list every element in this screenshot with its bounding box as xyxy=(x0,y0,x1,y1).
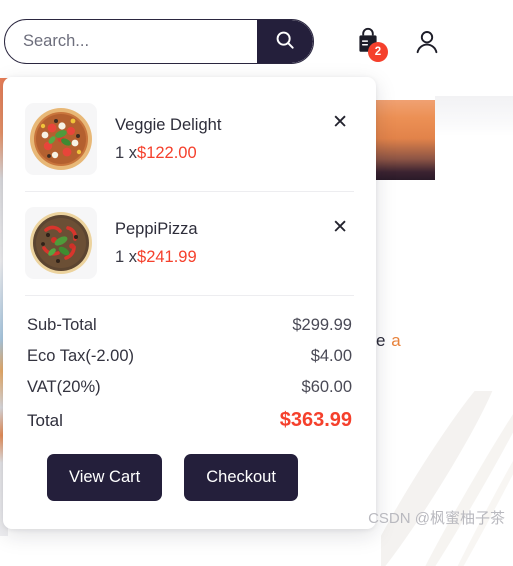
cart-item-details: PeppiPizza 1 x$241.99 xyxy=(115,220,354,267)
subtotal-value: $299.99 xyxy=(292,316,352,334)
close-icon: ✕ xyxy=(332,217,348,238)
remove-item-button[interactable]: ✕ xyxy=(328,111,352,134)
cart-item-price: $241.99 xyxy=(137,247,197,266)
cart-item-quantity: 1 x xyxy=(115,143,138,162)
checkout-button[interactable]: Checkout xyxy=(184,454,298,501)
cart-item-quantity: 1 x xyxy=(115,247,138,266)
cart-item-quantity-price: 1 x$122.00 xyxy=(115,144,354,163)
vat-label: VAT(20%) xyxy=(27,378,101,396)
cart-item-details: Veggie Delight 1 x$122.00 xyxy=(115,116,354,163)
close-icon: ✕ xyxy=(332,112,348,133)
watermark: CSDN @枫蜜柚子茶 xyxy=(368,510,505,527)
eco-tax-label: Eco Tax(-2.00) xyxy=(27,347,134,365)
cart-button[interactable]: 2 xyxy=(348,22,388,62)
cart-item-quantity-price: 1 x$241.99 xyxy=(115,248,354,267)
eco-tax-row: Eco Tax(-2.00) $4.00 xyxy=(25,341,354,372)
cart-badge-count: 2 xyxy=(368,42,388,62)
vat-value: $60.00 xyxy=(301,378,352,396)
cart-item-row: Veggie Delight 1 x$122.00 ✕ xyxy=(25,95,354,192)
subtotal-label: Sub-Total xyxy=(27,316,97,334)
cart-action-buttons: View Cart Checkout xyxy=(25,454,354,501)
account-button[interactable] xyxy=(406,22,448,64)
grand-total-row: Total $363.99 xyxy=(25,403,354,438)
background-text-fragment: e a xyxy=(376,331,401,351)
search-input[interactable] xyxy=(5,20,257,63)
pizza-veggie-thumbnail xyxy=(25,103,97,175)
cart-totals: Sub-Total $299.99 Eco Tax(-2.00) $4.00 V… xyxy=(25,310,354,438)
cart-item-row: PeppiPizza 1 x$241.99 ✕ xyxy=(25,192,354,296)
cart-item-price: $122.00 xyxy=(137,143,197,162)
pizza-pepperoni-thumbnail xyxy=(25,207,97,279)
background-panel xyxy=(435,96,513,136)
background-hero-image xyxy=(376,100,435,180)
site-header: 2 xyxy=(0,0,513,78)
cart-item-name: Veggie Delight xyxy=(115,115,222,134)
grand-total-label: Total xyxy=(27,411,63,430)
cart-item-name: PeppiPizza xyxy=(115,219,198,238)
search-icon xyxy=(274,29,296,54)
cart-dropdown-panel: Veggie Delight 1 x$122.00 ✕ PeppiPizza 1… xyxy=(3,77,376,529)
view-cart-button[interactable]: View Cart xyxy=(47,454,163,501)
vat-row: VAT(20%) $60.00 xyxy=(25,372,354,403)
subtotal-row: Sub-Total $299.99 xyxy=(25,310,354,341)
background-decorative-swoosh xyxy=(381,391,513,566)
background-text-prefix: e xyxy=(376,331,392,350)
eco-tax-value: $4.00 xyxy=(310,347,352,365)
grand-total-value: $363.99 xyxy=(279,409,352,431)
search-button[interactable] xyxy=(257,20,313,63)
user-icon xyxy=(412,27,442,60)
background-text-accent: a xyxy=(391,331,402,350)
search-bar xyxy=(4,19,314,64)
remove-item-button[interactable]: ✕ xyxy=(328,216,352,239)
